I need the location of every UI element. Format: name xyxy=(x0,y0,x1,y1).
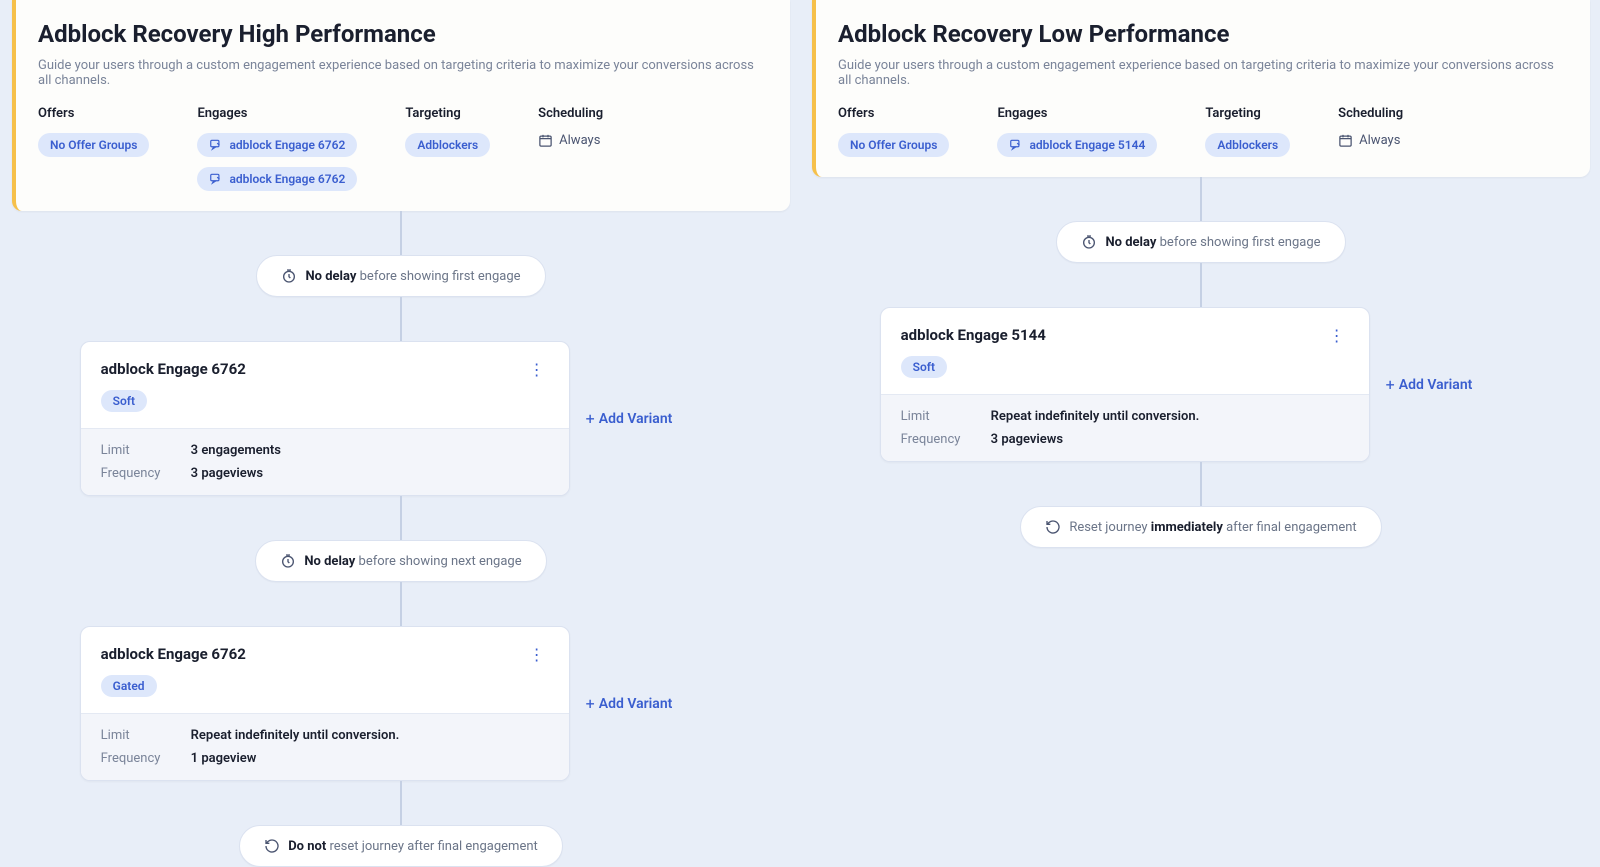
delay-pill[interactable]: No delay before showing next engage xyxy=(255,540,546,582)
connector xyxy=(1200,177,1202,221)
engage-card-title: adblock Engage 6762 xyxy=(101,645,246,663)
calendar-icon xyxy=(538,133,553,148)
offers-chip[interactable]: No Offer Groups xyxy=(38,133,149,157)
frequency-label: Frequency xyxy=(101,466,191,481)
offers-label: Offers xyxy=(38,106,149,121)
timer-icon xyxy=(281,268,297,284)
engage-card[interactable]: adblock Engage 5144 Soft ⋮ Limit Repeat … xyxy=(880,307,1370,462)
chat-icon xyxy=(209,172,223,186)
engage-card-title: adblock Engage 6762 xyxy=(101,360,246,378)
targeting-chip[interactable]: Adblockers xyxy=(405,133,490,157)
frequency-label: Frequency xyxy=(101,751,191,766)
delay-pill[interactable]: No delay before showing first engage xyxy=(1056,221,1345,263)
engage-chip[interactable]: adblock Engage 5144 xyxy=(997,133,1157,157)
engage-card-title: adblock Engage 5144 xyxy=(901,326,1046,344)
reset-icon xyxy=(264,838,280,854)
connector xyxy=(400,297,402,341)
connector xyxy=(400,781,402,825)
chat-icon xyxy=(209,138,223,152)
engage-card[interactable]: adblock Engage 6762 Soft ⋮ Limit 3 engag… xyxy=(80,341,570,496)
scheduling-value: Always xyxy=(538,133,603,148)
card-menu-icon[interactable]: ⋮ xyxy=(525,645,549,665)
engage-chip[interactable]: adblock Engage 6762 xyxy=(197,167,357,191)
add-variant-button[interactable]: +Add Variant xyxy=(1386,375,1473,394)
limit-label: Limit xyxy=(101,728,191,743)
offers-label: Offers xyxy=(838,106,949,121)
card-menu-icon[interactable]: ⋮ xyxy=(525,360,549,380)
targeting-chip[interactable]: Adblockers xyxy=(1205,133,1290,157)
limit-label: Limit xyxy=(901,409,991,424)
engage-tag: Gated xyxy=(101,675,157,697)
connector xyxy=(400,211,402,255)
scheduling-value: Always xyxy=(1338,133,1403,148)
journey-panel: Adblock Recovery High Performance Guide … xyxy=(12,0,790,211)
scheduling-label: Scheduling xyxy=(538,106,603,121)
targeting-label: Targeting xyxy=(405,106,490,121)
journey-right: Adblock Recovery Low Performance Guide y… xyxy=(800,0,1600,867)
frequency-label: Frequency xyxy=(901,432,991,447)
connector xyxy=(1200,462,1202,506)
engage-chip[interactable]: adblock Engage 6762 xyxy=(197,133,357,157)
engage-tag: Soft xyxy=(901,356,947,378)
journey-meta: Offers No Offer Groups Engages adblock E… xyxy=(838,106,1568,157)
delay-pill[interactable]: No delay before showing first engage xyxy=(256,255,545,297)
reset-pill[interactable]: Reset journey immediately after final en… xyxy=(1020,506,1381,548)
card-menu-icon[interactable]: ⋮ xyxy=(1325,326,1349,346)
limit-value: Repeat indefinitely until conversion. xyxy=(191,728,549,743)
journey-title: Adblock Recovery Low Performance xyxy=(838,20,1568,48)
add-variant-button[interactable]: +Add Variant xyxy=(586,409,673,428)
timer-icon xyxy=(1081,234,1097,250)
journey-panel: Adblock Recovery Low Performance Guide y… xyxy=(812,0,1590,177)
chat-icon xyxy=(1009,138,1023,152)
reset-pill[interactable]: Do not reset journey after final engagem… xyxy=(239,825,563,867)
journey-subtitle: Guide your users through a custom engage… xyxy=(838,58,1568,88)
limit-value: Repeat indefinitely until conversion. xyxy=(991,409,1349,424)
journey-subtitle: Guide your users through a custom engage… xyxy=(38,58,768,88)
reset-icon xyxy=(1045,519,1061,535)
limit-label: Limit xyxy=(101,443,191,458)
add-variant-button[interactable]: +Add Variant xyxy=(586,694,673,713)
engages-label: Engages xyxy=(197,106,357,121)
calendar-icon xyxy=(1338,133,1353,148)
offers-chip[interactable]: No Offer Groups xyxy=(838,133,949,157)
journey-left: Adblock Recovery High Performance Guide … xyxy=(0,0,800,867)
frequency-value: 1 pageview xyxy=(191,751,549,766)
engage-tag: Soft xyxy=(101,390,147,412)
connector xyxy=(1200,263,1202,307)
engage-card[interactable]: adblock Engage 6762 Gated ⋮ Limit Repeat… xyxy=(80,626,570,781)
timer-icon xyxy=(280,553,296,569)
frequency-value: 3 pageviews xyxy=(991,432,1349,447)
limit-value: 3 engagements xyxy=(191,443,549,458)
journey-title: Adblock Recovery High Performance xyxy=(38,20,768,48)
frequency-value: 3 pageviews xyxy=(191,466,549,481)
connector xyxy=(400,496,402,540)
scheduling-label: Scheduling xyxy=(1338,106,1403,121)
engages-label: Engages xyxy=(997,106,1157,121)
targeting-label: Targeting xyxy=(1205,106,1290,121)
journey-meta: Offers No Offer Groups Engages adblock E… xyxy=(38,106,768,191)
connector xyxy=(400,582,402,626)
